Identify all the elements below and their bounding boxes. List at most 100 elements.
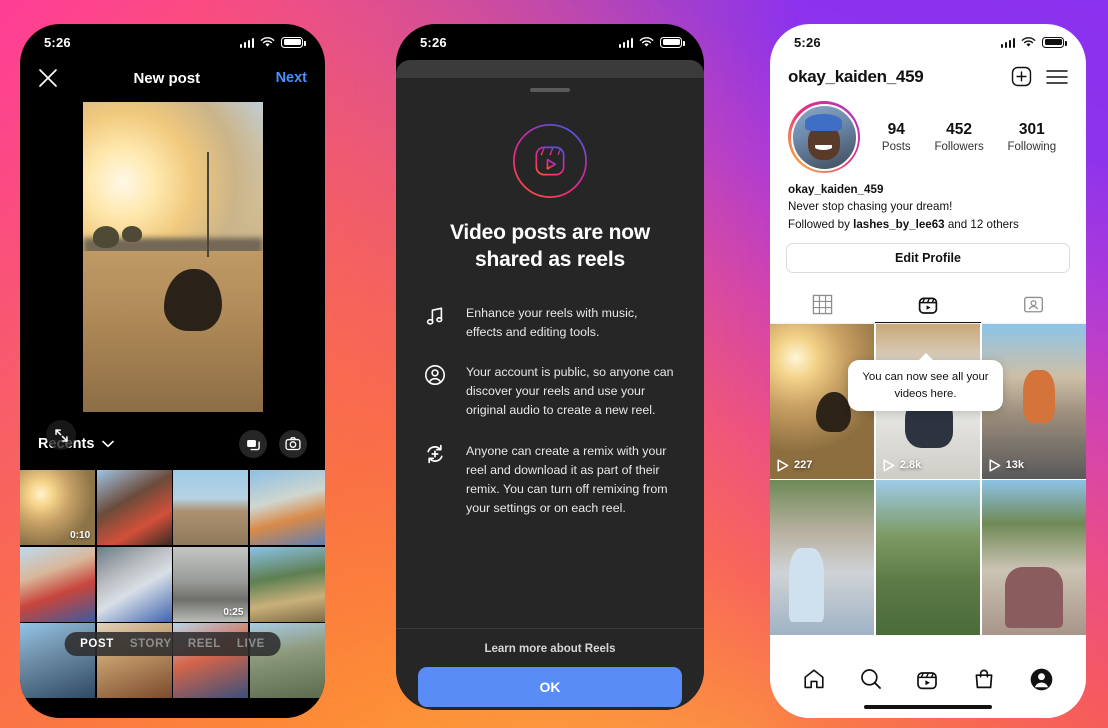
mode-live[interactable]: LIVE — [237, 638, 265, 650]
stat-label: Following — [1007, 141, 1057, 153]
grid-icon — [812, 294, 833, 314]
bullet-account: Your account is public, so anyone can di… — [424, 363, 676, 420]
account-circle-icon — [424, 364, 448, 391]
phone-new-post: 5:26 New post Next 0:10 0:25 POST STORY … — [20, 24, 325, 718]
wifi-icon — [1021, 36, 1036, 46]
views-count: 2.8k — [899, 459, 922, 472]
thumb-duration: 0:25 — [223, 606, 244, 618]
gallery-thumb[interactable] — [249, 546, 325, 622]
views-count: 13k — [1005, 459, 1025, 472]
camera-button[interactable] — [279, 430, 307, 458]
media-gallery-grid: 0:10 0:25 — [20, 470, 325, 699]
status-icons — [239, 36, 306, 48]
expand-button[interactable] — [46, 420, 76, 450]
tab-grid[interactable] — [770, 285, 875, 323]
gallery-thumb[interactable]: 0:10 — [20, 470, 96, 546]
profile-stats-row: 94 Posts 452 Followers 301 Following — [770, 95, 1086, 173]
home-icon[interactable] — [802, 667, 826, 691]
ok-button[interactable]: OK — [418, 667, 682, 707]
gallery-thumb[interactable] — [96, 546, 172, 622]
chevron-down-icon — [102, 440, 115, 448]
battery-icon — [660, 36, 685, 48]
wifi-icon — [260, 36, 275, 46]
preview-pole — [206, 151, 209, 257]
status-time: 5:26 — [794, 34, 821, 50]
dialog-title: Video posts are now shared as reels — [449, 221, 651, 271]
mode-story[interactable]: STORY — [130, 638, 172, 650]
battery-icon — [281, 36, 306, 48]
learn-more-link[interactable]: Learn more about Reels — [418, 643, 682, 655]
edit-profile-button[interactable]: Edit Profile — [786, 243, 1070, 274]
capture-mode-switcher: POST STORY REEL LIVE — [64, 632, 281, 656]
tab-tagged[interactable] — [981, 285, 1086, 323]
bullet-remix: Anyone can create a remix with your reel… — [424, 442, 676, 517]
gallery-actions — [239, 430, 307, 458]
profile-icon[interactable] — [1029, 667, 1054, 692]
stat-label: Followers — [934, 141, 984, 153]
video-views: 2.8k — [883, 459, 921, 472]
profile-bio: okay_kaiden_459 Never stop chasing your … — [770, 173, 1086, 233]
stat-followers[interactable]: 452 Followers — [934, 121, 983, 153]
status-time: 5:26 — [44, 34, 71, 50]
gallery-thumb[interactable] — [249, 470, 325, 546]
sheet-footer: Learn more about Reels OK Go to settings — [396, 628, 704, 710]
page-title: New post — [133, 69, 201, 87]
stat-value: 94 — [887, 121, 905, 138]
video-tile[interactable] — [770, 480, 875, 635]
gallery-thumb[interactable] — [96, 470, 172, 546]
remix-icon — [424, 443, 448, 470]
play-icon — [883, 459, 895, 472]
tab-reels[interactable] — [875, 285, 981, 324]
status-icons — [1000, 36, 1067, 48]
bullet-text: Anyone can create a remix with your reel… — [466, 443, 668, 515]
mode-post[interactable]: POST — [80, 638, 114, 650]
home-indicator — [864, 705, 992, 709]
hamburger-menu-icon[interactable] — [1046, 69, 1068, 85]
phone-reels-dialog: 5:26 Video posts are now shared as reels… — [396, 24, 704, 710]
status-bar: 5:26 — [770, 24, 1086, 60]
profile-header: okay_kaiden_459 — [770, 60, 1086, 95]
shop-icon[interactable] — [972, 667, 996, 691]
thumb-duration: 0:10 — [70, 530, 91, 542]
bullet-text: Enhance your reels with music, effects a… — [466, 305, 638, 339]
phone-profile: 5:26 okay_kaiden_459 94 Posts 452 Follow… — [770, 24, 1086, 718]
reels-info-sheet: Video posts are now shared as reels Enha… — [396, 78, 704, 710]
mode-reel[interactable]: REEL — [188, 638, 221, 650]
header-actions — [1011, 66, 1068, 87]
tagged-icon — [1023, 296, 1043, 313]
stat-following[interactable]: 301 Following — [1008, 121, 1057, 153]
stat-value: 301 — [1018, 121, 1045, 138]
bullet-text: Your account is public, so anyone can di… — [466, 365, 674, 418]
signal-bars-icon — [1000, 37, 1015, 48]
gallery-thumb[interactable] — [20, 546, 96, 622]
close-icon[interactable] — [38, 68, 58, 88]
status-time: 5:26 — [420, 34, 447, 50]
bullet-music: Enhance your reels with music, effects a… — [424, 304, 676, 342]
music-note-icon — [424, 305, 448, 332]
preview-tree — [122, 226, 143, 242]
hero-icon-wrap — [424, 122, 676, 200]
video-views: 227 — [777, 459, 812, 472]
stat-posts[interactable]: 94 Posts — [882, 121, 911, 153]
reels-nav-icon[interactable] — [915, 667, 939, 691]
reels-icon — [513, 124, 587, 198]
videos-tooltip[interactable]: You can now see all your videos here. — [848, 360, 1003, 412]
gallery-thumb[interactable]: 0:25 — [173, 546, 249, 622]
signal-bars-icon — [239, 37, 254, 48]
bio-name: okay_kaiden_459 — [788, 183, 884, 196]
bio-text: Never stop chasing your dream! — [788, 200, 953, 214]
video-tile[interactable] — [981, 480, 1086, 635]
media-preview[interactable] — [82, 102, 263, 412]
followed-by[interactable]: Followed by lashes_by_lee63 and 12 other… — [788, 216, 1068, 233]
video-tile[interactable] — [875, 480, 981, 635]
search-icon[interactable] — [859, 667, 883, 691]
wifi-icon — [639, 36, 654, 46]
add-post-icon[interactable] — [1011, 66, 1032, 87]
gallery-thumb[interactable] — [173, 470, 249, 546]
multi-select-button[interactable] — [239, 430, 267, 458]
avatar[interactable] — [788, 101, 860, 173]
expand-icon — [54, 428, 68, 442]
next-button[interactable]: Next — [276, 70, 307, 86]
video-views: 13k — [989, 459, 1024, 472]
sheet-body: Video posts are now shared as reels Enha… — [396, 92, 704, 628]
